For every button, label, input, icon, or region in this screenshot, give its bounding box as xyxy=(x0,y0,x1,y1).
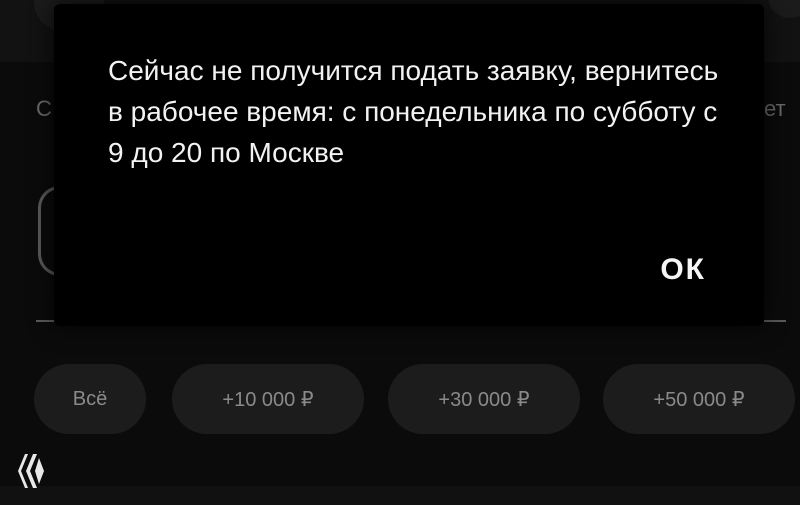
partial-label-right: ет xyxy=(764,96,786,121)
chip-plus-50000[interactable]: +50 000 ₽ xyxy=(603,364,795,434)
chip-plus-10000[interactable]: +10 000 ₽ xyxy=(172,364,364,434)
dialog-message: Сейчас не получится подать заявку, верни… xyxy=(108,55,719,168)
chip-all[interactable]: Всё xyxy=(34,364,146,434)
bottom-bar xyxy=(0,486,800,505)
alert-dialog: Сейчас не получится подать заявку, верни… xyxy=(54,4,764,326)
partial-label-left: С xyxy=(36,96,52,121)
ok-button[interactable]: ОК xyxy=(626,242,726,298)
divider-right xyxy=(764,320,786,322)
app-logo-icon xyxy=(18,454,44,488)
chip-plus-30000[interactable]: +30 000 ₽ xyxy=(388,364,580,434)
